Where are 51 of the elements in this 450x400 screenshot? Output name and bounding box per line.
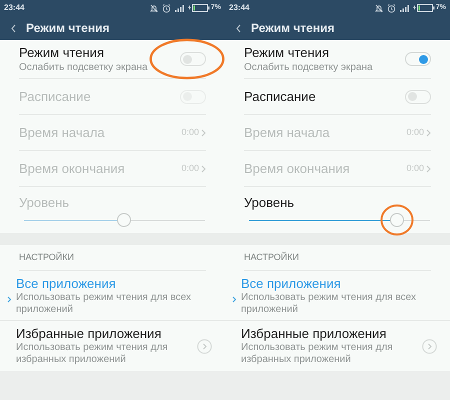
toggle-switch[interactable] — [405, 52, 431, 66]
row-title: Режим чтения — [244, 44, 330, 60]
row-title: Время окончания — [19, 160, 125, 176]
option-title: Все приложения — [241, 276, 342, 292]
bell-off-icon — [374, 4, 383, 12]
chevron-right-icon — [426, 128, 431, 136]
chevron-circle-icon — [197, 338, 212, 354]
selected-chevron-icon — [232, 296, 237, 303]
toggle-switch[interactable] — [180, 52, 206, 66]
row-subtitle: Ослабить подсветку экрана — [244, 60, 373, 74]
alarm-icon — [162, 4, 171, 12]
row-title: Уровень — [19, 195, 70, 211]
option-title: Избранные приложения — [16, 326, 162, 342]
slider-track[interactable] — [249, 213, 430, 227]
option-subtitle: Использовать режим чтения для избранных приложений — [16, 342, 169, 366]
row-subtitle: Ослабить подсветку экрана — [19, 60, 148, 74]
section-header: НАСТРОЙКИ — [244, 250, 299, 264]
row-title: Расписание — [19, 88, 91, 104]
status-time: 23:44 — [229, 2, 250, 14]
section-header: НАСТРОЙКИ — [19, 250, 74, 264]
option-title: Избранные приложения — [241, 326, 388, 342]
battery-icon — [412, 4, 435, 12]
row-title: Расписание — [244, 88, 316, 104]
chevron-right-icon — [201, 164, 206, 172]
option-subtitle: Использовать режим чтения для всех приложений — [241, 292, 417, 316]
signal-icon — [400, 4, 409, 12]
slider-thumb[interactable] — [390, 213, 404, 227]
chevron-right-icon — [201, 128, 206, 136]
chevron-right-icon — [426, 164, 431, 172]
chevron-circle-icon — [422, 338, 437, 354]
option-title: Все приложения — [16, 276, 117, 292]
toggle-switch[interactable] — [405, 90, 431, 104]
selected-chevron-icon — [7, 296, 12, 303]
page-title: Режим чтения — [26, 20, 110, 37]
page-title: Режим чтения — [251, 20, 334, 37]
status-time: 23:44 — [4, 2, 24, 14]
app-scope-option[interactable]: Избранные приложения Использовать режим чтения для избранных приложений — [225, 321, 450, 371]
alarm-icon — [386, 4, 396, 12]
option-subtitle: Использовать режим чтения для избранных приложений — [241, 342, 394, 366]
signal-icon — [174, 4, 184, 12]
app-scope-option[interactable]: Избранные приложения Использовать режим чтения для избранных приложений — [0, 321, 225, 371]
back-icon[interactable] — [11, 24, 16, 32]
row-title: Время начала — [244, 124, 330, 140]
option-subtitle: Использовать режим чтения для всех приложений — [16, 292, 192, 316]
row-title: Время окончания — [244, 160, 350, 176]
row-title: Режим чтения — [19, 44, 105, 60]
row-title: Уровень — [244, 195, 296, 211]
back-icon[interactable] — [236, 24, 241, 32]
row-title: Время начала — [19, 124, 105, 140]
bell-off-icon — [150, 4, 158, 12]
battery-icon — [188, 4, 210, 12]
